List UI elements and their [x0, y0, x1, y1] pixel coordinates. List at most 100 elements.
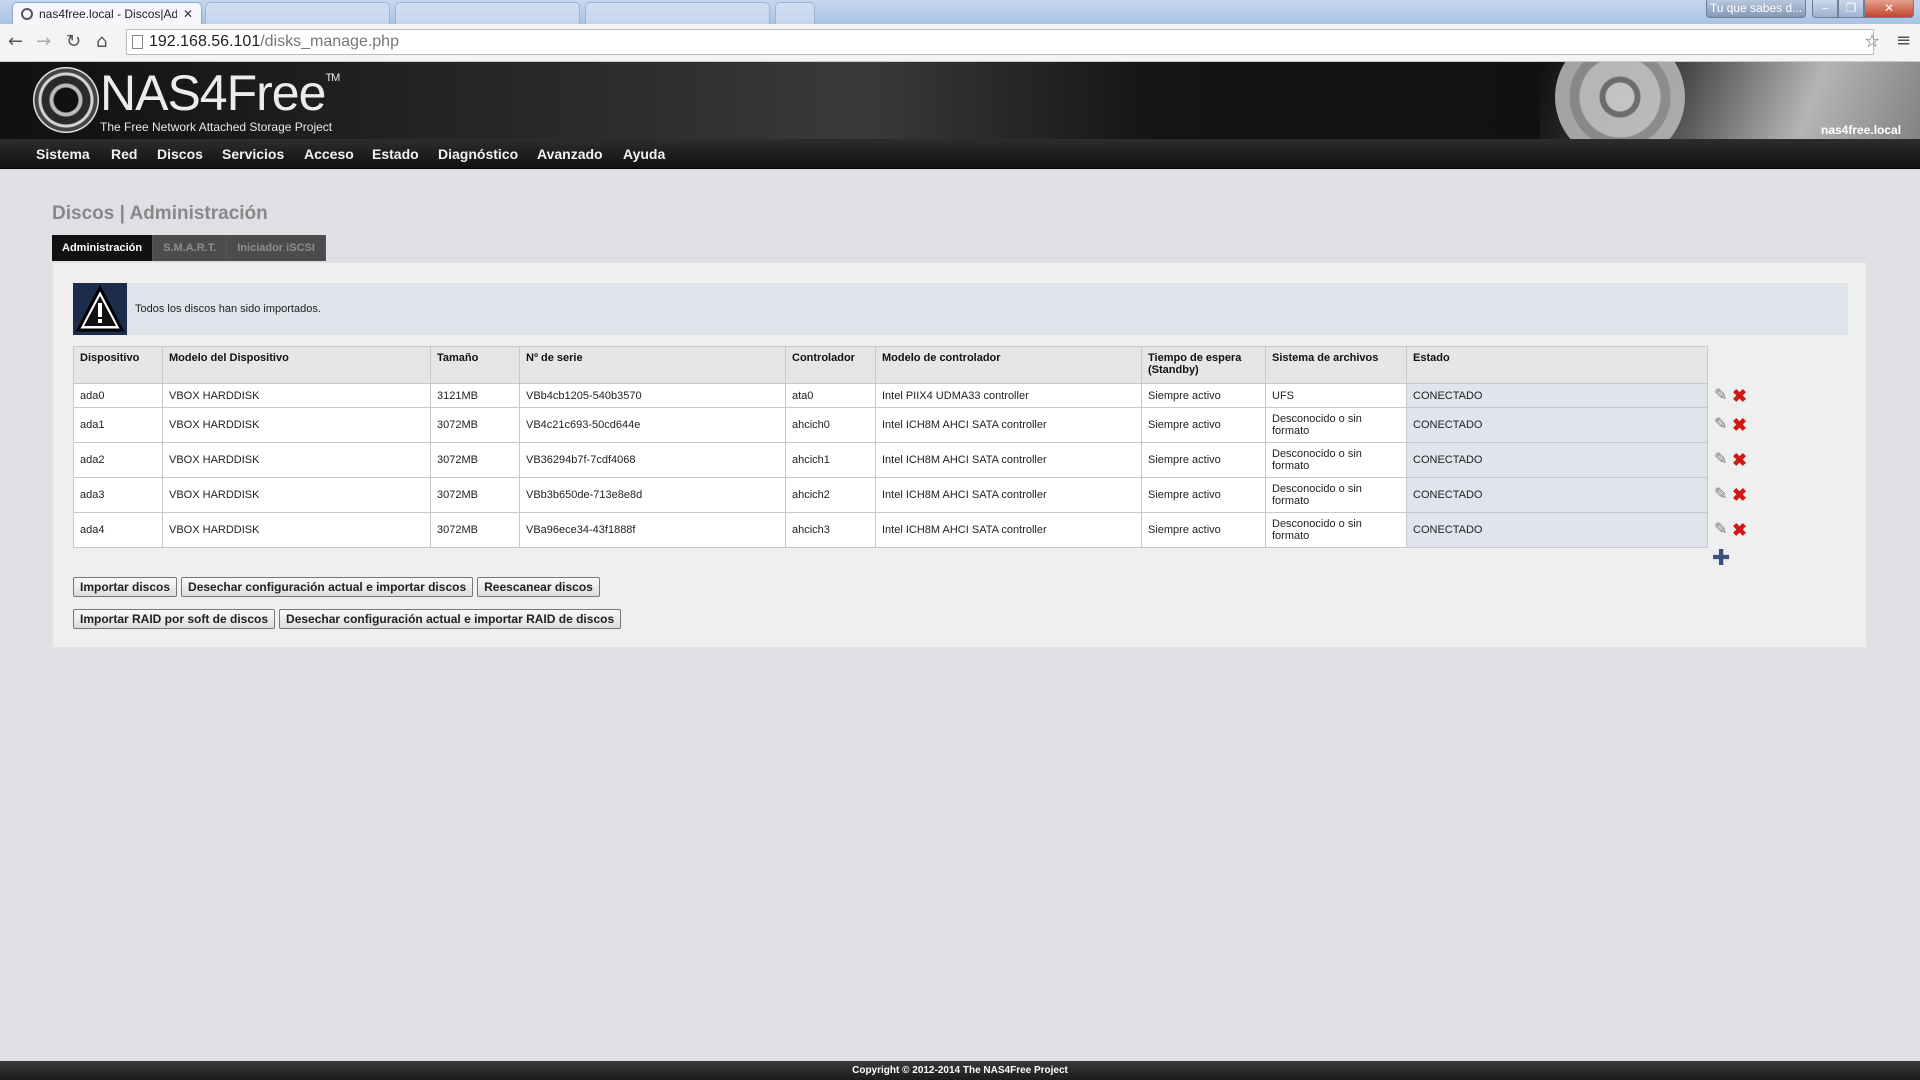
close-window-icon[interactable]: ✕ — [1864, 0, 1914, 18]
forward-icon[interactable]: → — [36, 32, 51, 52]
page-icon — [132, 35, 143, 49]
column-header: Sistema de archivos — [1265, 346, 1407, 384]
column-header: Nº de serie — [519, 346, 786, 384]
row-actions: ✎ ✖ — [1708, 408, 1758, 443]
table-row: ada4 VBOX HARDDISK 3072MB VBa96ece34-43f… — [73, 512, 1758, 548]
column-header: Controlador — [785, 346, 876, 384]
browser-toolbar: ← → ↻ ⌂ 192.168.56.101/disks_manage.php … — [0, 24, 1920, 62]
edit-wrench-icon[interactable]: ✎ — [1714, 417, 1732, 433]
menu-avanzado[interactable]: Avanzado — [537, 146, 603, 162]
reload-icon[interactable]: ↻ — [66, 32, 81, 52]
hostname: nas4free.local — [1821, 123, 1902, 137]
cell-model: VBOX HARDDISK — [162, 477, 431, 513]
menu-acceso[interactable]: Acceso — [304, 146, 354, 162]
cell-controller-model: Intel ICH8M AHCI SATA controller — [875, 407, 1142, 443]
minimize-icon[interactable]: – — [1812, 0, 1838, 18]
cell-serial: VB36294b7f-7cdf4068 — [519, 442, 786, 478]
cell-model: VBOX HARDDISK — [162, 512, 431, 548]
cell-status: CONECTADO — [1406, 383, 1708, 408]
delete-icon[interactable]: ✖ — [1732, 451, 1747, 469]
warning-icon — [73, 283, 127, 335]
cell-device: ada4 — [73, 512, 163, 548]
table-row: ada2 VBOX HARDDISK 3072MB VB36294b7f-7cd… — [73, 442, 1758, 478]
bookmark-star-icon[interactable]: ☆ — [1864, 31, 1880, 52]
menu-red[interactable]: Red — [111, 146, 137, 162]
hard-drive-platter-icon — [1555, 62, 1685, 139]
cell-controller-model: Intel ICH8M AHCI SATA controller — [875, 477, 1142, 513]
tab-administracion[interactable]: Administración — [52, 235, 154, 261]
site-tagline: The Free Network Attached Storage Projec… — [100, 120, 333, 134]
button-row-disks: Importar discos Desechar configuración a… — [73, 577, 600, 597]
main-menu: Sistema Red Discos Servicios Acceso Esta… — [0, 139, 1920, 169]
table-row: ada0 VBOX HARDDISK 3121MB VBb4cb1205-540… — [73, 383, 1758, 408]
edit-wrench-icon[interactable]: ✎ — [1714, 387, 1732, 403]
logo-disk-icon — [33, 67, 99, 133]
browser-tab-inactive[interactable] — [585, 2, 770, 24]
row-actions: ✎ ✖ — [1708, 443, 1758, 478]
cell-serial: VBa96ece34-43f1888f — [519, 512, 786, 548]
site-header: NAS4FreeTM The Free Network Attached Sto… — [0, 62, 1920, 139]
cell-controller-model: Intel ICH8M AHCI SATA controller — [875, 512, 1142, 548]
tab-iniciador-iscsi[interactable]: Iniciador iSCSI — [227, 235, 326, 261]
page-footer: Copyright © 2012-2014 The NAS4Free Proje… — [0, 1061, 1920, 1080]
column-header: Modelo de controlador — [875, 346, 1142, 384]
edit-wrench-icon[interactable]: ✎ — [1714, 452, 1732, 468]
cell-device: ada3 — [73, 477, 163, 513]
cell-status: CONECTADO — [1406, 407, 1708, 443]
cell-filesystem: UFS — [1265, 383, 1407, 408]
menu-sistema[interactable]: Sistema — [36, 146, 90, 162]
menu-servicios[interactable]: Servicios — [222, 146, 284, 162]
browser-tab-inactive[interactable] — [205, 2, 390, 24]
browser-tab-title: nas4free.local - Discos|Ad — [39, 6, 177, 21]
import-disks-button[interactable]: Importar discos — [73, 577, 178, 597]
cell-controller: ata0 — [785, 383, 876, 408]
tab-smart[interactable]: S.M.A.R.T. — [153, 235, 228, 261]
delete-icon[interactable]: ✖ — [1732, 387, 1747, 405]
discard-import-disks-button[interactable]: Desechar configuración actual e importar… — [181, 577, 474, 597]
discard-import-raid-button[interactable]: Desechar configuración actual e importar… — [279, 609, 622, 629]
browser-tab-inactive[interactable] — [395, 2, 580, 24]
rescan-disks-button[interactable]: Reescanear discos — [477, 577, 600, 597]
browser-tab-active[interactable]: nas4free.local - Discos|Ad ✕ — [12, 2, 202, 24]
browser-menu-icon[interactable]: ≡ — [1896, 30, 1911, 51]
cell-standby: Siempre activo — [1141, 383, 1266, 408]
menu-discos[interactable]: Discos — [157, 146, 203, 162]
cell-device: ada1 — [73, 407, 163, 443]
cell-filesystem: Desconocido o sin formato — [1265, 407, 1407, 443]
cell-standby: Siempre activo — [1141, 407, 1266, 443]
maximize-icon[interactable]: ❐ — [1838, 0, 1864, 18]
row-actions: ✎ ✖ — [1708, 513, 1758, 548]
menu-ayuda[interactable]: Ayuda — [623, 146, 665, 162]
site-logo[interactable]: NAS4FreeTM — [100, 64, 340, 122]
cell-size: 3072MB — [430, 477, 520, 513]
page-title: Discos | Administración — [52, 203, 268, 224]
import-raid-button[interactable]: Importar RAID por soft de discos — [73, 609, 276, 629]
new-tab-button[interactable] — [775, 2, 815, 24]
edit-wrench-icon[interactable]: ✎ — [1714, 487, 1732, 503]
content-panel: Todos los discos han sido importados. Di… — [52, 262, 1867, 648]
close-tab-icon[interactable]: ✕ — [183, 7, 193, 21]
cell-device: ada0 — [73, 383, 163, 408]
cell-model: VBOX HARDDISK — [162, 383, 431, 408]
delete-icon[interactable]: ✖ — [1732, 486, 1747, 504]
home-icon[interactable]: ⌂ — [96, 32, 107, 52]
cell-size: 3121MB — [430, 383, 520, 408]
edit-wrench-icon[interactable]: ✎ — [1714, 522, 1732, 538]
url-host: 192.168.56.101 — [149, 33, 261, 50]
profile-button[interactable]: Tu que sabes d... — [1706, 0, 1806, 18]
menu-diagnostico[interactable]: Diagnóstico — [438, 146, 518, 162]
cell-controller: ahcich2 — [785, 477, 876, 513]
column-header: Dispositivo — [73, 346, 163, 384]
add-disk-plus-icon[interactable]: ✚ — [1712, 546, 1730, 571]
notice-text: Todos los discos han sido importados. — [135, 303, 321, 315]
button-row-raid: Importar RAID por soft de discos Desecha… — [73, 609, 622, 629]
cell-standby: Siempre activo — [1141, 512, 1266, 548]
back-icon[interactable]: ← — [8, 32, 23, 52]
cell-serial: VBb4cb1205-540b3570 — [519, 383, 786, 408]
delete-icon[interactable]: ✖ — [1732, 416, 1747, 434]
cell-model: VBOX HARDDISK — [162, 407, 431, 443]
cell-device: ada2 — [73, 442, 163, 478]
delete-icon[interactable]: ✖ — [1732, 521, 1747, 539]
address-bar[interactable]: 192.168.56.101/disks_manage.php — [126, 29, 1874, 55]
menu-estado[interactable]: Estado — [372, 146, 419, 162]
